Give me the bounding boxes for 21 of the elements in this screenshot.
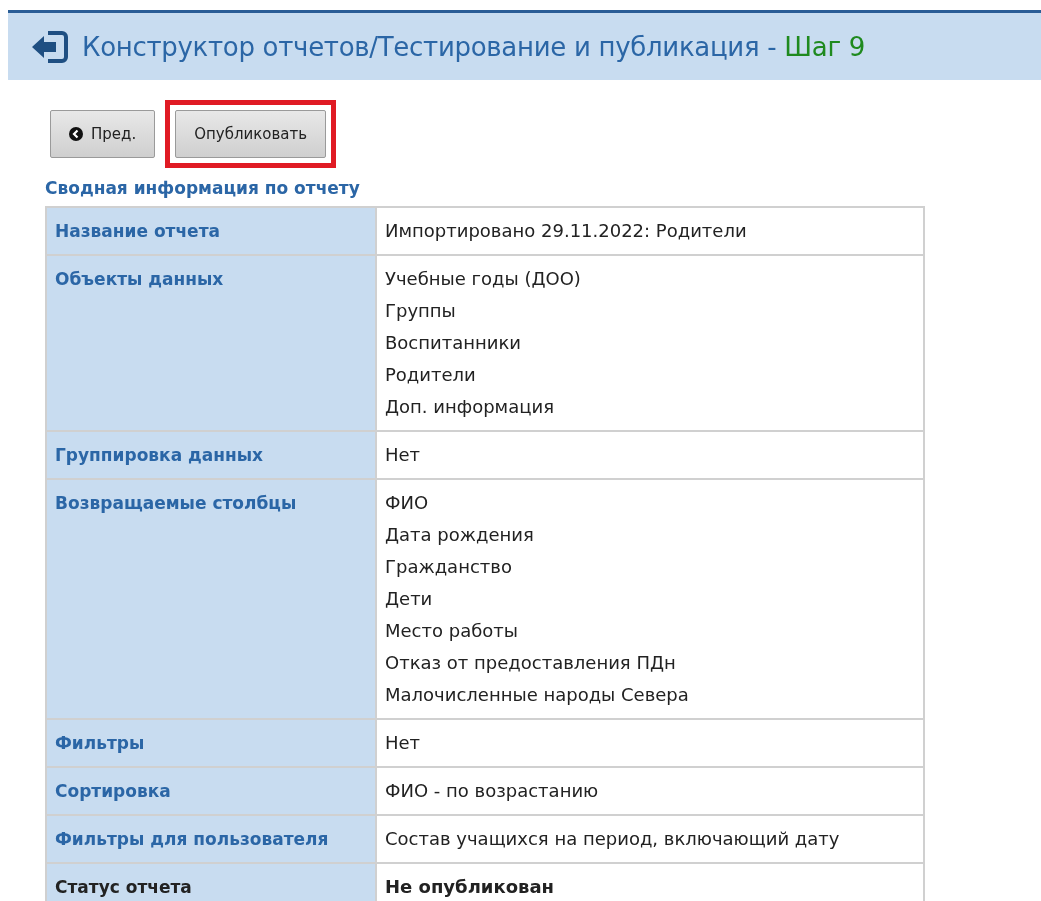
publish-button[interactable]: Опубликовать xyxy=(175,110,327,158)
row-value: Состав учащихся на период, включающий дату xyxy=(376,815,924,863)
section-title: Сводная информация по отчету xyxy=(45,178,361,198)
back-icon xyxy=(69,127,83,141)
row-value: ФИО - по возрастанию xyxy=(376,767,924,815)
row-label: Группировка данных xyxy=(46,431,376,479)
row-label: Фильтры xyxy=(46,719,376,767)
row-value: ФИО Дата рождения Гражданство Дети Место работы Отказ от предоставления ПДн Малочисленные народы Севера xyxy=(376,479,924,719)
page-title: Конструктор отчетов/Тестирование и публикация - Шаг 9 xyxy=(82,31,865,62)
exit-icon[interactable] xyxy=(30,29,68,64)
row-label: Статус отчета xyxy=(46,863,376,901)
row-label: Объекты данных xyxy=(46,255,376,431)
row-value: Импортировано 29.11.2022: Родители xyxy=(376,207,924,255)
row-label: Фильтры для пользователя xyxy=(46,815,376,863)
row-label: Название отчета xyxy=(46,207,376,255)
row-label: Сортировка xyxy=(46,767,376,815)
row-value: Учебные годы (ДОО) Группы Воспитанники Родители Доп. информация xyxy=(376,255,924,431)
row-label: Возвращаемые столбцы xyxy=(46,479,376,719)
row-value: Нет xyxy=(376,719,924,767)
row-value: Нет xyxy=(376,431,924,479)
previous-button[interactable]: Пред. xyxy=(50,110,156,158)
